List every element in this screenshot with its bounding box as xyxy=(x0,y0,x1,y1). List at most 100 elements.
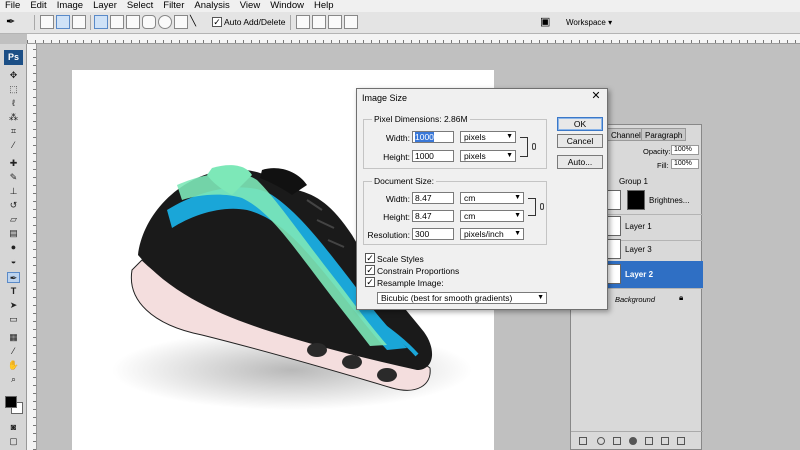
resample-image-checkbox[interactable]: ✓ xyxy=(365,277,375,287)
path-exclude-icon[interactable] xyxy=(344,15,358,29)
layer-thumbnail xyxy=(607,239,621,259)
clone-stamp-tool-icon[interactable]: ⊥ xyxy=(7,186,20,197)
doc-link-bracket xyxy=(528,198,536,216)
brush-tool-icon[interactable]: ✎ xyxy=(7,172,20,183)
pixel-height-input[interactable]: 1000 xyxy=(412,150,454,162)
menu-select[interactable]: Select xyxy=(122,0,158,12)
screen-mode-icon[interactable]: ▢ xyxy=(7,436,20,447)
freeform-pen-icon[interactable] xyxy=(110,15,124,29)
close-icon[interactable]: ✕ xyxy=(590,90,602,102)
pixel-width-input[interactable]: 1000 xyxy=(412,131,454,143)
shape-layers-icon[interactable] xyxy=(40,15,54,29)
eraser-tool-icon[interactable]: ▱ xyxy=(7,214,20,225)
layer-row[interactable]: Brightnes... xyxy=(607,187,703,215)
eyedropper-tool-icon[interactable]: ⁄ xyxy=(7,140,20,151)
ok-button[interactable]: OK xyxy=(557,117,603,131)
menu-filter[interactable]: Filter xyxy=(158,0,189,12)
pixel-height-unit-select[interactable]: pixels ▼ xyxy=(460,150,516,162)
chevron-down-icon: ▼ xyxy=(506,152,513,159)
path-selection-tool-icon[interactable]: ➤ xyxy=(7,300,20,311)
shape-tool-icon[interactable]: ▭ xyxy=(7,314,20,325)
layer-style-icon[interactable] xyxy=(597,437,605,445)
pen-tool-preset-icon[interactable]: ✒ xyxy=(6,15,20,29)
lasso-tool-icon[interactable]: ℓ xyxy=(7,98,20,109)
menu-analysis[interactable]: Analysis xyxy=(189,0,234,12)
link-layers-icon[interactable] xyxy=(579,437,587,445)
cancel-button[interactable]: Cancel xyxy=(557,134,603,148)
blur-tool-icon[interactable]: ● xyxy=(7,242,20,253)
trash-icon[interactable] xyxy=(677,437,685,445)
doc-height-input[interactable]: 8.47 xyxy=(412,210,454,222)
photoshop-logo: Ps xyxy=(4,50,23,65)
scale-styles-checkbox[interactable]: ✓ xyxy=(365,253,375,263)
layer-row[interactable]: Layer 3 xyxy=(607,236,703,264)
path-intersect-icon[interactable] xyxy=(328,15,342,29)
pixel-width-unit-select[interactable]: pixels ▼ xyxy=(460,131,516,143)
menu-help[interactable]: Help xyxy=(309,0,339,12)
new-group-icon[interactable] xyxy=(645,437,653,445)
workspace-button[interactable]: Workspace ▾ xyxy=(562,15,616,30)
marquee-tool-icon[interactable]: ⬚ xyxy=(7,84,20,95)
opacity-label: Opacity: xyxy=(643,147,671,156)
menu-view[interactable]: View xyxy=(235,0,265,12)
menu-file[interactable]: File xyxy=(0,0,25,12)
crop-tool-icon[interactable]: ⌗ xyxy=(7,126,20,137)
pixel-dimensions-group: Pixel Dimensions: 2.86M Width: 1000 pixe… xyxy=(363,114,547,169)
dodge-tool-icon[interactable]: ◒ xyxy=(7,256,20,267)
foreground-color-swatch[interactable] xyxy=(5,396,17,408)
pen-tool-icon[interactable]: ✒ xyxy=(7,272,20,283)
menu-image[interactable]: Image xyxy=(52,0,88,12)
layer-name: Layer 3 xyxy=(625,245,652,254)
doc-height-label: Height: xyxy=(383,212,410,222)
ellipse-icon[interactable] xyxy=(158,15,172,29)
healing-brush-tool-icon[interactable]: ✚ xyxy=(7,158,20,169)
adjustment-layer-icon[interactable] xyxy=(629,437,637,445)
paths-icon[interactable] xyxy=(56,15,70,29)
zoom-tool-icon[interactable]: ⌕ xyxy=(7,374,20,385)
layers-panel-footer xyxy=(571,431,703,449)
chevron-down-icon: ▼ xyxy=(537,294,544,301)
new-layer-icon[interactable] xyxy=(661,437,669,445)
magic-wand-tool-icon[interactable]: ⁂ xyxy=(7,112,20,123)
notes-tool-icon[interactable]: ▦ xyxy=(7,332,20,343)
fill-pixels-icon[interactable] xyxy=(72,15,86,29)
add-mask-icon[interactable] xyxy=(613,437,621,445)
doc-height-unit-select[interactable]: cm ▼ xyxy=(460,210,524,222)
rectangle-icon[interactable] xyxy=(126,15,140,29)
line-icon[interactable]: ╲ xyxy=(190,15,204,29)
fill-input[interactable]: 100% xyxy=(671,159,699,169)
type-tool-icon[interactable]: T xyxy=(7,286,20,297)
history-brush-tool-icon[interactable]: ↺ xyxy=(7,200,20,211)
constrain-proportions-checkbox[interactable]: ✓ xyxy=(365,265,375,275)
opacity-input[interactable]: 100% xyxy=(671,145,699,155)
quick-mask-icon[interactable]: ◙ xyxy=(7,422,20,433)
group-layer-name[interactable]: Group 1 xyxy=(619,177,648,186)
background-layer-row[interactable]: Background 🔒︎ xyxy=(607,287,703,311)
chevron-down-icon: ▼ xyxy=(514,212,521,219)
resolution-input[interactable]: 300 xyxy=(412,228,454,240)
gradient-tool-icon[interactable]: ▤ xyxy=(7,228,20,239)
menu-edit[interactable]: Edit xyxy=(25,0,51,12)
menu-layer[interactable]: Layer xyxy=(88,0,122,12)
doc-width-unit-select[interactable]: cm ▼ xyxy=(460,192,524,204)
path-combine-icon[interactable] xyxy=(296,15,310,29)
menu-window[interactable]: Window xyxy=(265,0,309,12)
layer-row-active[interactable]: Layer 2 xyxy=(607,261,703,289)
path-subtract-icon[interactable] xyxy=(312,15,326,29)
eyedropper-sample-tool-icon[interactable]: ⁄ xyxy=(7,346,20,357)
resolution-unit-select[interactable]: pixels/inch ▼ xyxy=(460,228,524,240)
auto-add-delete-checkbox[interactable]: ✓ xyxy=(212,17,222,27)
pen-icon[interactable] xyxy=(94,15,108,29)
tab-paragraph[interactable]: Paragraph xyxy=(641,128,687,141)
auto-button[interactable]: Auto... xyxy=(557,155,603,169)
polygon-icon[interactable] xyxy=(174,15,188,29)
pixel-link-bracket xyxy=(520,137,528,157)
pixel-height-label: Height: xyxy=(383,152,410,162)
doc-width-input[interactable]: 8.47 xyxy=(412,192,454,204)
workspace-icon[interactable]: ▣ xyxy=(540,15,554,29)
hand-tool-icon[interactable]: ✋ xyxy=(7,360,20,371)
move-tool-icon[interactable]: ✥ xyxy=(7,70,20,81)
lock-icon: 🔒︎ xyxy=(679,293,684,302)
resample-method-select[interactable]: Bicubic (best for smooth gradients) ▼ xyxy=(377,292,547,304)
rounded-rectangle-icon[interactable] xyxy=(142,15,156,29)
